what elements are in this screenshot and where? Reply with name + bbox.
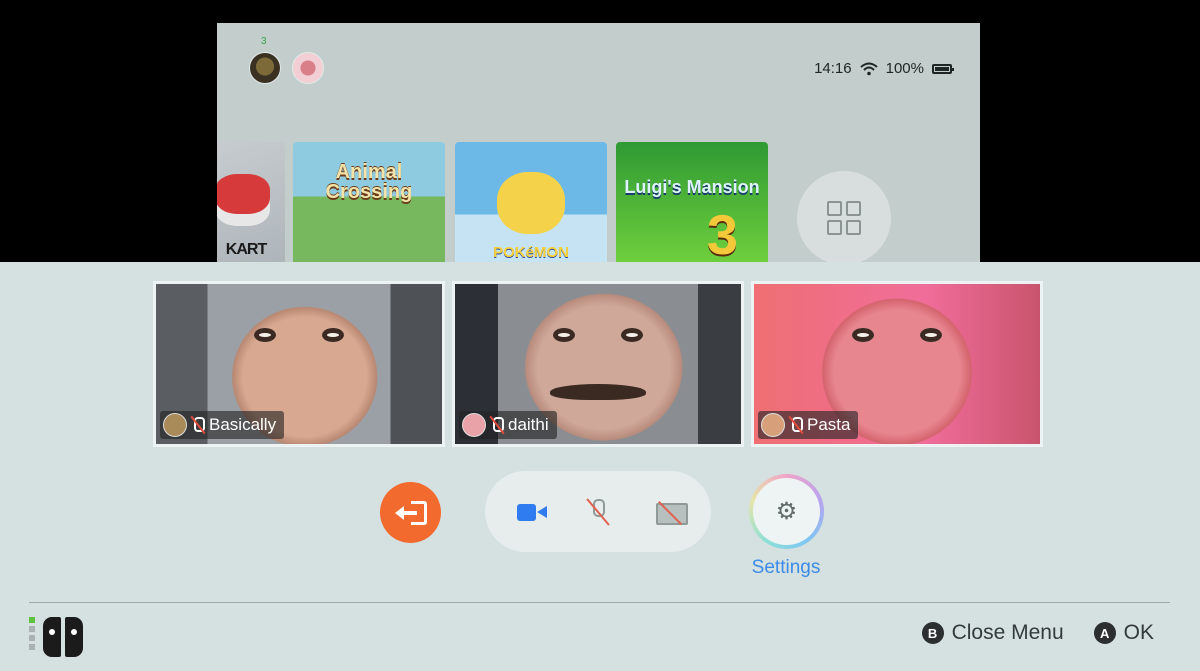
leave-call-button[interactable]	[380, 482, 441, 543]
participant-video[interactable]: Pasta	[751, 281, 1043, 447]
call-controls	[485, 471, 711, 552]
button-hints: B Close Menu A OK	[921, 621, 1154, 645]
participant-name: daithi	[508, 415, 549, 434]
avatar	[163, 413, 187, 437]
game-badge: 3	[706, 203, 738, 263]
status-bar: 14:16 100%	[814, 60, 954, 77]
settings-label: Settings	[751, 557, 821, 578]
ok-hint[interactable]: A OK	[1093, 621, 1154, 645]
battery-percent: 100%	[885, 60, 924, 77]
game-title: POKéMON	[493, 244, 569, 261]
joycon-left-icon	[43, 617, 61, 657]
divider	[29, 602, 1170, 603]
game-tile-kart[interactable]: KART	[217, 142, 285, 263]
grid-icon	[827, 201, 861, 235]
game-tile-luigis-mansion[interactable]: Luigi's Mansion 3	[616, 142, 768, 263]
hint-label: OK	[1123, 621, 1154, 644]
microphone-toggle[interactable]	[581, 496, 615, 528]
mic-muted-icon	[587, 498, 609, 526]
participant-video[interactable]: Basically	[153, 281, 445, 447]
a-button-icon: A	[1093, 622, 1116, 644]
controller-icon	[29, 617, 87, 657]
settings-button[interactable]: ⚙	[749, 474, 824, 549]
game-tile-animal-crossing[interactable]: Animal Crossing	[293, 142, 445, 263]
user-avatar-1[interactable]	[249, 52, 281, 84]
video-camera-icon	[516, 503, 547, 521]
participant-tag: daithi	[459, 411, 557, 439]
avatar	[761, 413, 785, 437]
avatar	[462, 413, 486, 437]
screen-share-toggle[interactable]	[653, 496, 688, 528]
participant-video[interactable]: daithi	[452, 281, 744, 447]
joycon-right-icon	[65, 617, 83, 657]
all-software-button[interactable]	[797, 171, 891, 263]
b-button-icon: B	[921, 622, 944, 644]
user-avatar-2[interactable]	[292, 52, 324, 84]
game-tile-pokemon[interactable]: POKéMON	[455, 142, 607, 263]
wifi-icon	[859, 62, 878, 75]
home-screen: 3 14:16 100% KART Animal Crossing POKéMO…	[217, 23, 980, 263]
participant-tag: Pasta	[758, 411, 859, 439]
mic-muted-icon	[490, 416, 504, 434]
close-menu-hint[interactable]: B Close Menu	[921, 621, 1064, 645]
call-panel: Basically daithi Pasta ⚙ Settings B Clos…	[0, 262, 1200, 671]
game-title: Animal Crossing	[325, 161, 413, 203]
exit-icon	[394, 500, 427, 525]
player-indicator	[29, 617, 35, 653]
mic-muted-icon	[789, 416, 803, 434]
hint-label: Close Menu	[951, 621, 1064, 644]
participant-name: Basically	[209, 415, 277, 434]
screen-share-off-icon	[655, 500, 688, 525]
camera-toggle[interactable]	[509, 496, 547, 528]
game-title: Luigi's Mansion	[624, 177, 760, 197]
participant-tag: Basically	[160, 411, 285, 439]
online-friends-count: 3	[261, 36, 267, 47]
game-title: KART	[225, 241, 267, 258]
participant-name: Pasta	[807, 415, 851, 434]
clock: 14:16	[814, 60, 852, 77]
mic-muted-icon	[191, 416, 205, 434]
battery-icon	[932, 63, 954, 74]
gear-icon: ⚙	[775, 497, 798, 525]
